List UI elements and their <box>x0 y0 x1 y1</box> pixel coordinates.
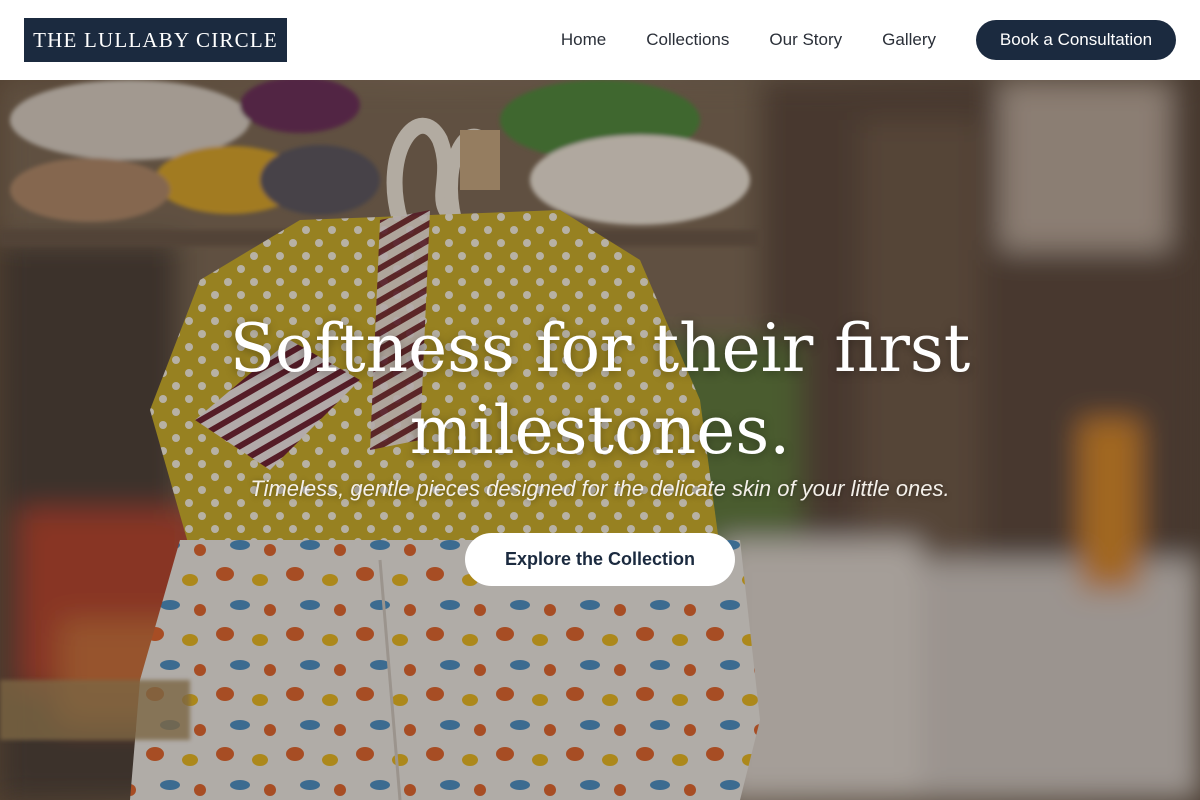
nav-link-our-story[interactable]: Our Story <box>769 30 842 50</box>
nav-link-home[interactable]: Home <box>561 30 606 50</box>
hero-subtitle: Timeless, gentle pieces designed for the… <box>250 476 950 501</box>
site-header: THE LULLABY CIRCLE Home Collections Our … <box>0 0 1200 80</box>
hero-title-line-2: milestones. <box>409 392 791 469</box>
site-logo[interactable]: THE LULLABY CIRCLE <box>24 18 287 62</box>
nav-link-collections[interactable]: Collections <box>646 30 729 50</box>
hero-content: Softness for their first milestones. Tim… <box>0 80 1200 800</box>
book-consultation-button[interactable]: Book a Consultation <box>976 20 1176 60</box>
explore-collection-button[interactable]: Explore the Collection <box>465 533 735 586</box>
hero-title-line-1: Softness for their first <box>229 310 971 387</box>
hero-section: Softness for their first milestones. Tim… <box>0 80 1200 800</box>
main-nav: Home Collections Our Story Gallery Book … <box>561 20 1176 60</box>
nav-link-gallery[interactable]: Gallery <box>882 30 936 50</box>
hero-title: Softness for their first milestones. <box>150 308 1050 472</box>
